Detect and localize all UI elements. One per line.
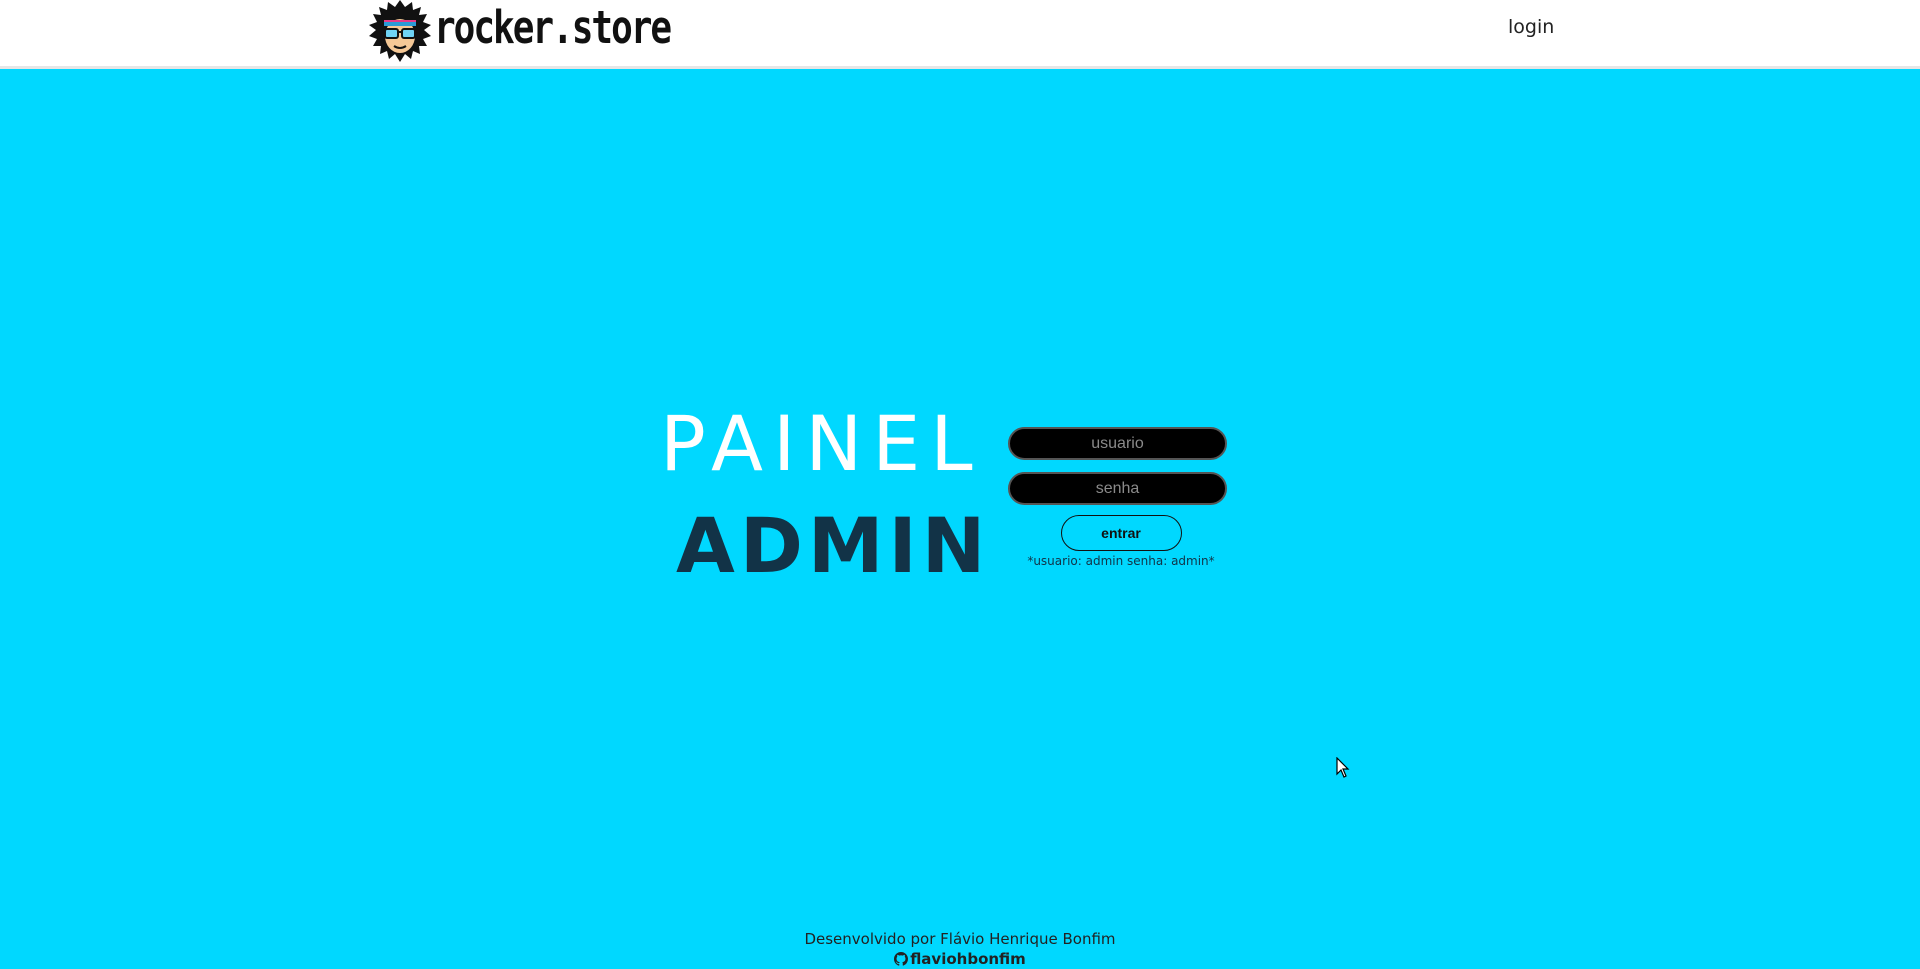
github-handle: flaviohbonfim (910, 950, 1026, 968)
mouse-cursor-icon (1336, 757, 1350, 778)
password-input[interactable] (1008, 472, 1227, 505)
credentials-hint: *usuario: admin senha: admin* (1027, 554, 1215, 568)
nav-login-link[interactable]: login (1508, 16, 1554, 38)
username-input[interactable] (1008, 427, 1227, 460)
page-title-line2: ADMIN (676, 501, 991, 590)
logo-link[interactable]: rocker.store (368, 0, 672, 64)
github-link[interactable]: flaviohbonfim (894, 949, 1026, 969)
admin-login-form: entrar *usuario: admin senha: admin* (1008, 427, 1230, 568)
logo-text: rocker.store (434, 2, 672, 54)
site-footer: Desenvolvido por Flávio Henrique Bonfim … (0, 930, 1920, 969)
footer-credit: Desenvolvido por Flávio Henrique Bonfim (804, 930, 1116, 948)
site-header: rocker.store login (0, 0, 1920, 69)
github-icon (894, 952, 909, 966)
page-title-line1: PAINEL (660, 399, 983, 488)
login-submit-button[interactable]: entrar (1060, 515, 1182, 551)
rocker-mascot-icon (368, 0, 432, 64)
